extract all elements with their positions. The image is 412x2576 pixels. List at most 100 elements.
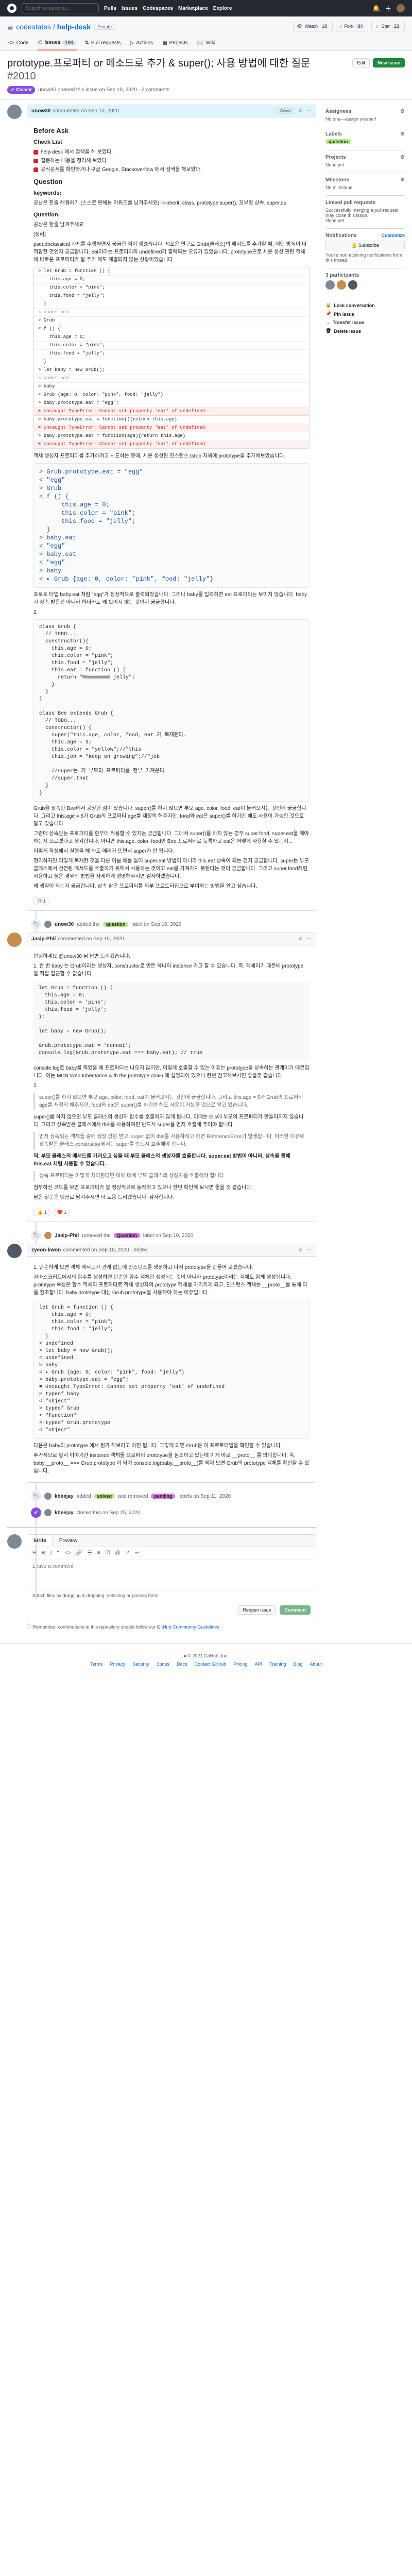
github-logo-icon[interactable] xyxy=(7,4,16,13)
nav-marketplace[interactable]: Marketplace xyxy=(178,6,208,11)
footer-link-pricing[interactable]: Pricing xyxy=(233,1662,248,1667)
label-badge[interactable]: solved xyxy=(94,1494,115,1499)
reaction-button[interactable]: ❤️ 1 xyxy=(53,1209,71,1216)
reaction-button[interactable]: 😍 1 xyxy=(33,897,49,905)
footer-link-training[interactable]: Training xyxy=(269,1662,286,1667)
footer-link-security[interactable]: Security xyxy=(132,1662,149,1667)
comment-time[interactable]: commented on Sep 10, 2020 xyxy=(53,108,118,114)
avatar[interactable] xyxy=(44,1493,52,1500)
tab-code[interactable]: <> Code xyxy=(7,37,30,50)
reopen-issue-button[interactable]: Reopen issue xyxy=(238,1605,276,1615)
reply-icon[interactable]: ↩ xyxy=(135,1550,139,1556)
reaction-button[interactable]: 👍 1 xyxy=(33,1209,50,1216)
avatar[interactable] xyxy=(337,280,346,290)
footer-link-contact[interactable]: Contact GitHub xyxy=(195,1662,227,1667)
guidelines-link[interactable]: GitHub Community Guidelines xyxy=(157,1624,219,1630)
plus-icon[interactable]: ＋ xyxy=(385,4,391,13)
label-badge[interactable]: pending xyxy=(151,1494,176,1499)
bold-icon[interactable]: B xyxy=(41,1550,45,1556)
gear-icon[interactable]: ⚙ xyxy=(400,109,405,114)
repo-name-link[interactable]: help-desk xyxy=(57,23,91,31)
edit-button[interactable]: Edit xyxy=(352,58,370,67)
user-avatar[interactable] xyxy=(397,4,405,12)
subscribe-button[interactable]: 🔔 Subscribe xyxy=(325,241,405,250)
comment-author[interactable]: Jasip-Phil xyxy=(31,936,56,942)
attach-hint[interactable]: Attach files by dragging & dropping, sel… xyxy=(27,1590,316,1601)
footer-link-privacy[interactable]: Privacy xyxy=(110,1662,126,1667)
comment-author[interactable]: zyeon-kwon xyxy=(31,1247,61,1253)
delete-issue-button[interactable]: 🗑 Delete issue xyxy=(325,328,405,334)
checkbox[interactable] xyxy=(33,159,38,163)
tab-actions[interactable]: ▷ Actions xyxy=(129,37,154,50)
avatar[interactable] xyxy=(44,1232,52,1239)
tab-pull-requests[interactable]: ⇅ Pull requests xyxy=(84,37,122,50)
footer-link-status[interactable]: Status xyxy=(157,1662,170,1667)
footer-link-docs[interactable]: Docs xyxy=(177,1662,187,1667)
event-actor[interactable]: kbeejay xyxy=(55,1494,74,1499)
smiley-icon[interactable]: ☺ xyxy=(298,936,303,942)
avatar[interactable] xyxy=(325,280,335,290)
pin-issue-button[interactable]: 📌 Pin issue xyxy=(325,311,405,317)
link-icon[interactable]: 🔗 xyxy=(76,1550,82,1556)
kebab-menu-icon[interactable]: ⋯ xyxy=(306,1247,312,1253)
repo-owner-link[interactable]: codestates xyxy=(16,23,51,31)
transfer-issue-button[interactable]: → Transfer issue xyxy=(325,320,405,325)
avatar[interactable] xyxy=(348,280,357,290)
smiley-icon[interactable]: ☺ xyxy=(298,1247,303,1253)
comment-button[interactable]: Comment xyxy=(280,1605,311,1615)
event-actor[interactable]: Jasip-Phil xyxy=(55,1233,79,1239)
avatar[interactable] xyxy=(7,105,22,119)
tab-projects[interactable]: ▦ Projects xyxy=(161,37,189,50)
nav-codespaces[interactable]: Codespaces xyxy=(143,6,173,11)
watch-button[interactable]: 👁 Watch 18 xyxy=(293,22,333,31)
comment-time[interactable]: commented on Sep 10, 2020 xyxy=(58,936,124,942)
nav-issues[interactable]: Issues xyxy=(122,6,138,11)
avatar[interactable] xyxy=(7,1534,22,1549)
label-badge[interactable]: question xyxy=(102,922,129,927)
nav-pulls[interactable]: Pulls xyxy=(104,6,116,11)
fork-button[interactable]: ⑂ Fork 84 xyxy=(335,22,369,31)
bell-icon[interactable]: 🔔 xyxy=(372,5,380,12)
new-issue-button[interactable]: New issue xyxy=(372,58,405,67)
customize-link[interactable]: Customize xyxy=(381,233,405,239)
event-actor[interactable]: unow30 xyxy=(55,922,74,927)
label-badge[interactable]: question xyxy=(325,139,351,144)
tab-wiki[interactable]: 📖 Wiki xyxy=(196,37,216,50)
comment-textarea[interactable] xyxy=(27,1560,316,1588)
nav-explore[interactable]: Explore xyxy=(213,6,232,11)
mention-icon[interactable]: @ xyxy=(115,1550,121,1556)
heading-icon[interactable]: H xyxy=(32,1550,36,1556)
tab-preview[interactable]: Preview xyxy=(53,1535,84,1547)
kebab-menu-icon[interactable]: ⋯ xyxy=(306,108,312,114)
footer-link-terms[interactable]: Terms xyxy=(90,1662,103,1667)
list-icon[interactable]: ☰ xyxy=(88,1550,92,1556)
task-list-icon[interactable]: ☑ xyxy=(106,1550,110,1556)
italic-icon[interactable]: I xyxy=(50,1550,52,1556)
footer-link-blog[interactable]: Blog xyxy=(293,1662,302,1667)
tab-issues[interactable]: ◎ Issues 158 xyxy=(37,37,77,50)
avatar[interactable] xyxy=(7,1244,22,1258)
comment-time[interactable]: commented on Sep 10, 2020 · edited xyxy=(63,1247,148,1253)
star-button[interactable]: ☆ Star 23 xyxy=(371,22,405,31)
kebab-menu-icon[interactable]: ⋯ xyxy=(306,936,312,942)
gear-icon[interactable]: ⚙ xyxy=(400,177,405,183)
assignees-value[interactable]: No one—assign yourself xyxy=(325,116,405,122)
avatar[interactable] xyxy=(44,921,52,928)
label-badge[interactable]: Question xyxy=(113,1233,140,1238)
comment-author[interactable]: unow30 xyxy=(31,108,50,114)
lock-conversation-button[interactable]: 🔒 Lock conversation xyxy=(325,302,405,308)
avatar[interactable] xyxy=(44,1509,52,1516)
quote-icon[interactable]: ❝ xyxy=(57,1550,59,1556)
gear-icon[interactable]: ⚙ xyxy=(400,155,405,160)
checkbox[interactable] xyxy=(33,150,38,155)
event-actor[interactable]: kbeejay xyxy=(55,1510,74,1516)
smiley-icon[interactable]: ☺ xyxy=(298,108,303,114)
footer-link-api[interactable]: API xyxy=(255,1662,263,1667)
avatar[interactable] xyxy=(7,933,22,947)
checkbox[interactable] xyxy=(33,167,38,172)
search-input[interactable] xyxy=(22,3,99,13)
tab-write[interactable]: Write xyxy=(27,1535,53,1547)
reference-icon[interactable]: ↗ xyxy=(126,1550,130,1556)
numbered-list-icon[interactable]: ≡ xyxy=(97,1550,100,1556)
gear-icon[interactable]: ⚙ xyxy=(400,131,405,137)
